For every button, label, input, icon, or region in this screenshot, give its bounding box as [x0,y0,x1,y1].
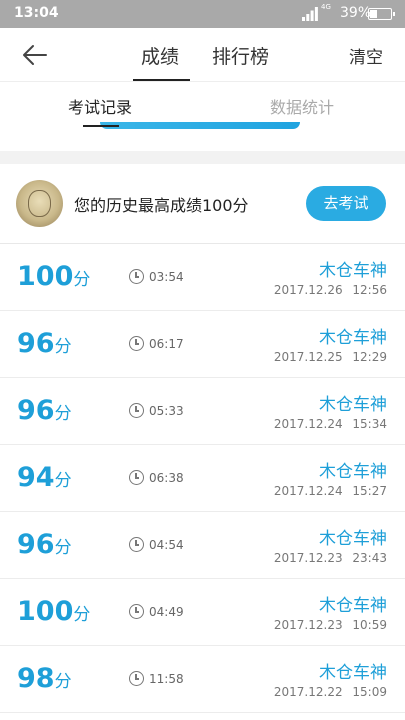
list-item[interactable]: 100分 04:49 木仓车神 2017.12.23 10:59 [0,579,405,646]
list-item[interactable]: 96分 06:17 木仓车神 2017.12.25 12:29 [0,311,405,378]
exam-records-list: 100分 03:54 木仓车神 2017.12.26 12:56 96分 06:… [0,244,405,713]
record-date: 2017.12.26 12:56 [273,283,387,297]
record-score: 98分 [17,663,72,694]
record-score: 96分 [17,529,72,560]
clock-icon [129,403,144,418]
record-duration: 05:33 [149,404,184,418]
clock-icon [129,336,144,351]
record-date: 2017.12.23 10:59 [273,618,387,632]
clear-button[interactable]: 清空 [349,43,383,68]
tab-score[interactable]: 成绩 [141,42,179,69]
avatar [16,180,63,227]
tab-ranking[interactable]: 排行榜 [212,42,269,69]
tab-exam-records[interactable]: 考试记录 [68,94,132,118]
list-item[interactable]: 94分 06:38 木仓车神 2017.12.24 15:27 [0,445,405,512]
record-user-name: 木仓车神 [319,596,387,616]
clock-icon [129,671,144,686]
active-tab-indicator [133,79,190,81]
tab-data-statistics[interactable]: 数据统计 [270,94,334,118]
list-item[interactable]: 100分 03:54 木仓车神 2017.12.26 12:56 [0,244,405,311]
record-date: 2017.12.22 15:09 [273,685,387,699]
record-user-name: 木仓车神 [319,663,387,683]
clock-icon [129,537,144,552]
sub-tab-bar: 考试记录 数据统计 [0,82,405,129]
record-score: 100分 [17,261,91,292]
record-user-name: 木仓车神 [319,529,387,549]
record-duration: 03:54 [149,270,184,284]
battery-icon [368,8,395,20]
record-date: 2017.12.23 23:43 [273,551,387,565]
record-user-name: 木仓车神 [319,328,387,348]
section-divider [0,151,405,164]
record-user-name: 木仓车神 [319,462,387,482]
record-duration: 06:38 [149,471,184,485]
list-item[interactable]: 98分 11:58 木仓车神 2017.12.22 15:09 [0,646,405,713]
clock-icon [129,269,144,284]
status-time: 13:04 [14,5,59,21]
record-date: 2017.12.24 15:34 [273,417,387,431]
record-duration: 11:58 [149,672,184,686]
record-score: 96分 [17,395,72,426]
battery-percentage: 39% [340,5,372,21]
record-user-name: 木仓车神 [319,395,387,415]
record-score: 96分 [17,328,72,359]
record-date: 2017.12.25 12:29 [273,350,387,364]
record-user-name: 木仓车神 [319,261,387,281]
record-duration: 06:17 [149,337,184,351]
best-score-card: 您的历史最高成绩100分 去考试 [0,164,405,244]
clock-icon [129,604,144,619]
network-type: 4G [321,3,331,11]
record-duration: 04:54 [149,538,184,552]
status-bar: 13:04 4G 39% [0,0,405,28]
record-date: 2017.12.24 15:27 [273,484,387,498]
tab-transition-indicator [100,122,300,129]
list-item[interactable]: 96分 04:54 木仓车神 2017.12.23 23:43 [0,512,405,579]
top-nav-bar: 成绩 排行榜 清空 [0,28,405,82]
active-subtab-indicator [83,125,119,127]
record-score: 100分 [17,596,91,627]
signal-bars-icon [302,7,318,21]
record-score: 94分 [17,462,72,493]
take-exam-button[interactable]: 去考试 [306,186,386,221]
list-item[interactable]: 96分 05:33 木仓车神 2017.12.24 15:34 [0,378,405,445]
best-score-text: 您的历史最高成绩100分 [74,196,249,215]
record-duration: 04:49 [149,605,184,619]
clock-icon [129,470,144,485]
arrow-left-icon[interactable] [20,42,50,68]
